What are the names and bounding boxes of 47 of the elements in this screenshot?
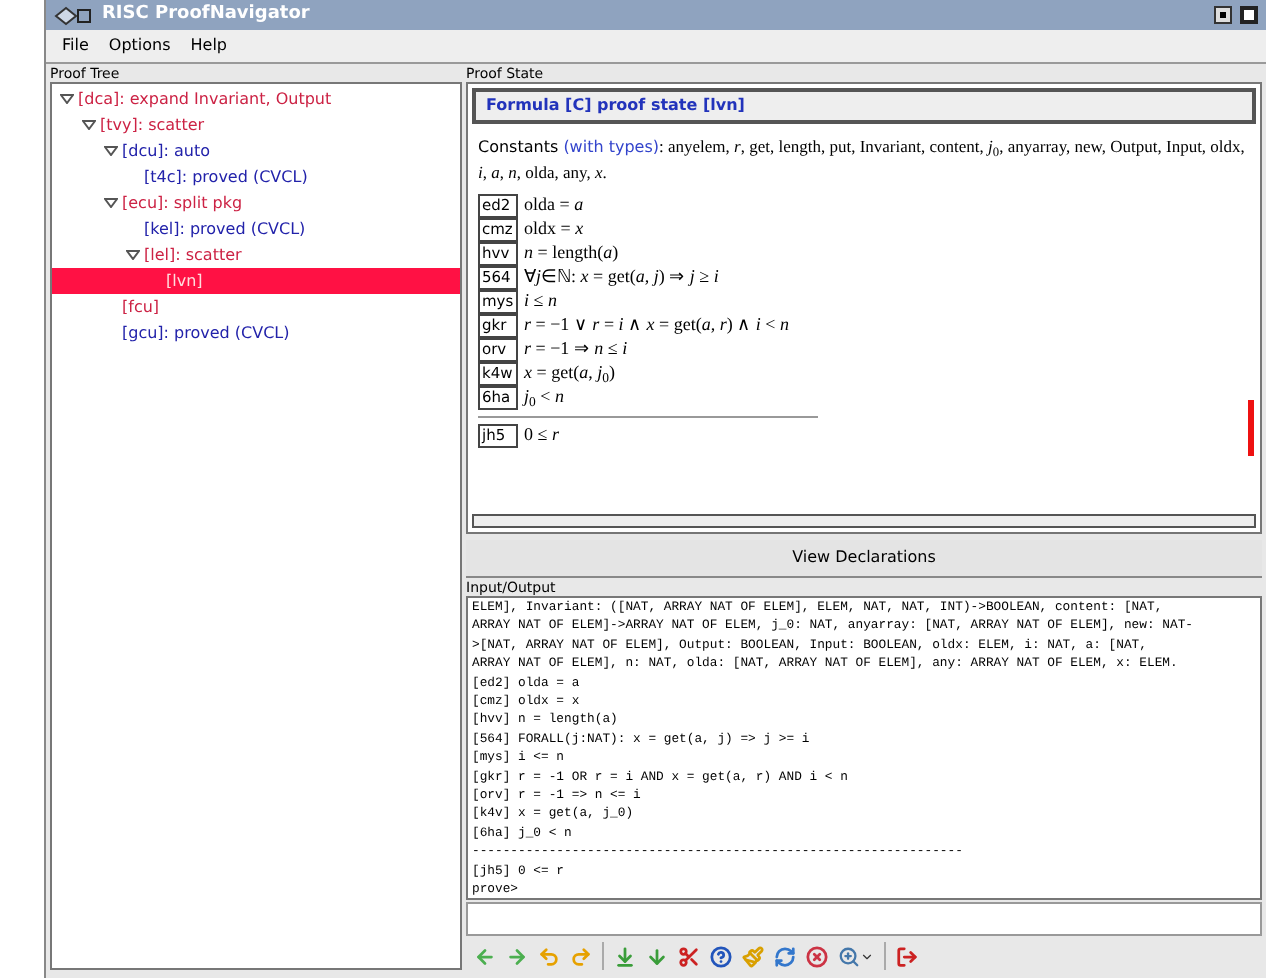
tree-item[interactable]: [tvy]: scatter (76, 112, 458, 138)
expand-triangle-icon[interactable] (81, 120, 95, 130)
formula: r = −1 ⇒ n ≤ i (524, 336, 628, 363)
constants-text: Constants (with types): anyelem, r, get, length, put, Invariant, content, j$_{0}$, anyarray, new, Output, Input, oldx, i, a, n, olda, any, x. (478, 134, 1247, 184)
expand-triangle-icon[interactable] (125, 250, 139, 260)
formula: r = −1 ∨ r = i ∧ x = get(a, r) ∧ i < n (524, 312, 789, 339)
caret-icon[interactable] (860, 949, 874, 963)
exit-icon[interactable] (896, 945, 918, 967)
formula-header: Formula [C] proof state [lvn] (472, 88, 1256, 124)
formula: olda = a (524, 192, 584, 219)
tree-item[interactable]: [t4c]: proved (CVCL) (120, 164, 458, 190)
minimize-button[interactable] (1214, 6, 1232, 24)
tree-item[interactable]: [lel]: scatter (120, 242, 458, 268)
scroll-marker (1248, 400, 1254, 456)
with-types-link[interactable]: (with types) (563, 138, 659, 156)
app-logo-icon (54, 5, 94, 25)
menu-item[interactable]: File (62, 34, 89, 58)
expand-triangle-icon[interactable] (103, 198, 117, 208)
formula: i ≤ n (524, 288, 557, 315)
formula: x = get(a, j$_{0}$) (524, 360, 615, 388)
down-arrow-icon[interactable] (646, 945, 668, 967)
formula: n = length(a) (524, 240, 619, 267)
zoom-dropdown[interactable] (838, 945, 874, 967)
formula: 0 ≤ r (524, 422, 559, 449)
maximize-button[interactable] (1240, 6, 1258, 24)
expand-triangle-icon[interactable] (103, 146, 117, 156)
tree-item[interactable]: [kel]: proved (CVCL) (120, 216, 458, 242)
tree-item[interactable]: [gcu]: proved (CVCL) (98, 320, 458, 346)
tree-item[interactable]: [dca]: expand Invariant, Output (54, 86, 458, 112)
command-input-field[interactable] (466, 902, 1262, 936)
menu-item[interactable]: Help (190, 34, 228, 58)
tree-item[interactable]: [ecu]: split pkg (98, 190, 458, 216)
tree-item[interactable]: [fcu] (98, 294, 458, 320)
scissors-icon[interactable] (678, 945, 700, 967)
formula: j$_{0}$ < n (524, 384, 564, 412)
download-arrow-icon[interactable] (614, 945, 636, 967)
help-icon[interactable] (710, 945, 732, 967)
formula: oldx = x (524, 216, 584, 243)
view-declarations-button[interactable]: View Declarations (466, 540, 1262, 578)
window-title: RISC ProofNavigator (102, 1, 310, 28)
menu-item[interactable]: Options (108, 34, 171, 58)
expand-triangle-icon[interactable] (59, 94, 73, 104)
horizontal-scrollbar[interactable] (472, 514, 1256, 528)
tree-item[interactable]: [dcu]: auto (98, 138, 458, 164)
refresh-icon[interactable] (774, 945, 796, 967)
formula: ∀j∈ℕ: x = get(a, j) ⇒ j ≥ i (524, 264, 719, 291)
close-circle-icon[interactable] (806, 945, 828, 967)
